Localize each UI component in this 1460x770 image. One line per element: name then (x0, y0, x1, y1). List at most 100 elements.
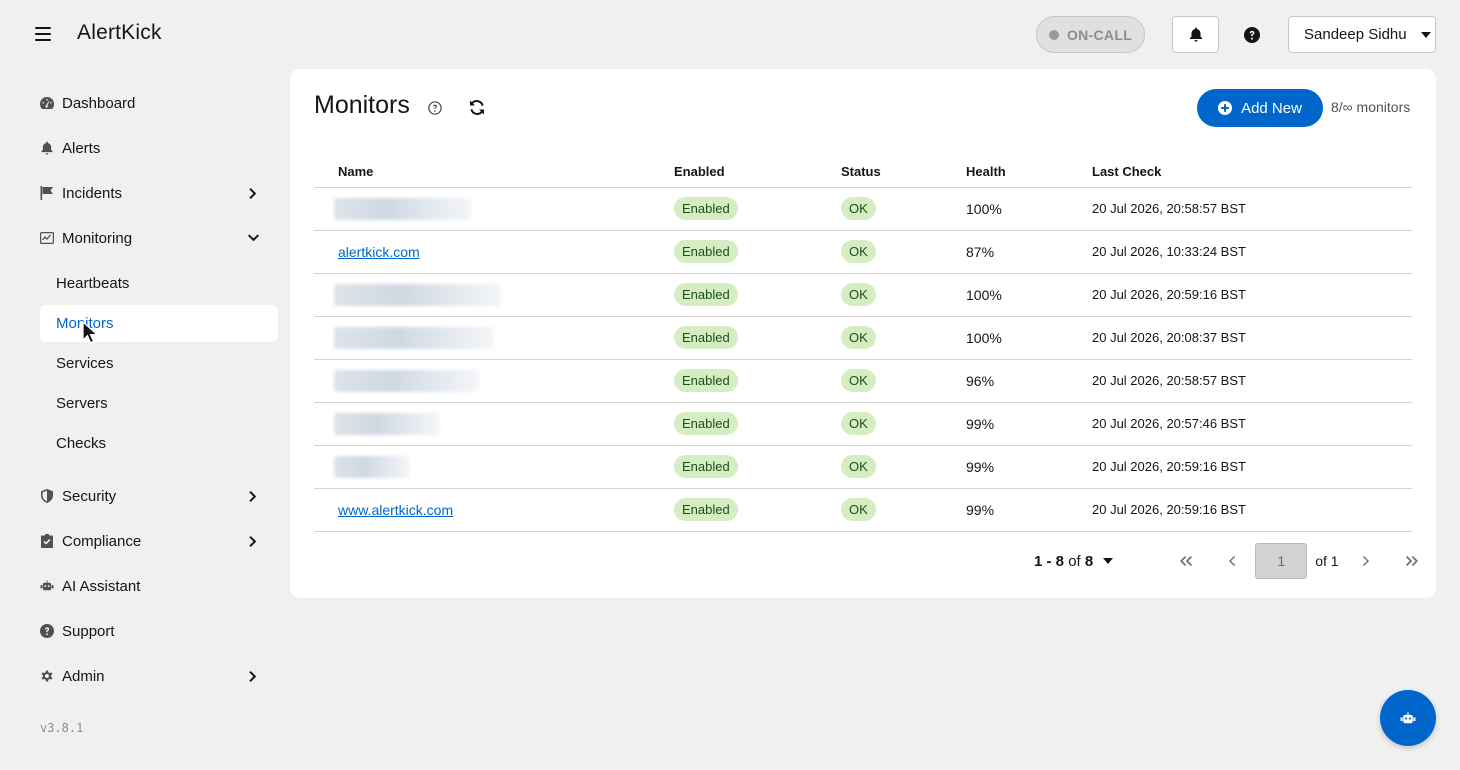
caret-down-icon (1103, 558, 1114, 564)
last-page-button[interactable] (1389, 543, 1435, 579)
last-check-cell: 20 Jul 2026, 20:59:16 BST (1068, 273, 1412, 317)
monitor-name-cell (314, 187, 650, 231)
last-check-cell: 20 Jul 2026, 20:58:57 BST (1068, 359, 1412, 403)
last-check-cell: 20 Jul 2026, 20:08:37 BST (1068, 316, 1412, 360)
health-cell: 100% (942, 187, 1068, 231)
flag-icon (40, 186, 54, 200)
sidebar-item-incidents[interactable]: Incidents (40, 175, 278, 211)
sidebar-item-label: Support (62, 622, 115, 640)
clipboard-check-icon (40, 534, 54, 548)
help-circle-icon[interactable] (428, 101, 442, 115)
sidebar-item-compliance[interactable]: Compliance (40, 523, 278, 559)
sidebar-item-admin[interactable]: Admin (40, 658, 278, 694)
user-menu[interactable]: Sandeep Sidhu (1288, 16, 1436, 53)
sidebar-sub-item-services[interactable]: Services (40, 345, 278, 382)
mouse-cursor-icon (82, 321, 98, 344)
enabled-cell: Enabled (650, 445, 817, 489)
monitor-name-cell: alertkick.com (314, 230, 650, 274)
sidebar-sub-item-servers[interactable]: Servers (40, 385, 278, 422)
enabled-cell: Enabled (650, 402, 817, 446)
caret-down-icon (1420, 31, 1431, 38)
enabled-cell: Enabled (650, 488, 817, 532)
add-new-button[interactable]: Add New (1197, 89, 1323, 127)
last-check-cell: 20 Jul 2026, 20:57:46 BST (1068, 402, 1412, 446)
monitor-link[interactable]: alertkick.com (338, 244, 420, 260)
chevron-left-icon (1229, 556, 1236, 566)
on-call-toggle[interactable]: ON-CALL (1036, 16, 1145, 53)
monitor-link[interactable]: www.alertkick.com (338, 502, 453, 518)
sidebar-item-label: Monitoring (62, 229, 133, 247)
redacted-name[interactable] (334, 283, 501, 306)
status-cell: OK (817, 230, 942, 274)
enabled-badge: Enabled (674, 455, 738, 478)
monitor-name-cell (314, 445, 650, 489)
column-header-health[interactable]: Health (942, 156, 1068, 188)
pagination: 1 - 8 of 8 1 of 1 (1034, 543, 1435, 579)
table-header-row: Name Enabled Status Health Last Check (314, 156, 1412, 188)
table-row[interactable]: Enabled OK 99% 20 Jul 2026, 20:59:16 BST (314, 445, 1412, 489)
table-row[interactable]: Enabled OK 96% 20 Jul 2026, 20:58:57 BST (314, 359, 1412, 403)
previous-page-button[interactable] (1209, 543, 1255, 579)
refresh-icon[interactable] (469, 99, 485, 116)
next-page-button[interactable] (1343, 543, 1389, 579)
bell-icon (1189, 27, 1202, 42)
sidebar-item-alerts[interactable]: Alerts (40, 130, 278, 166)
add-new-label: Add New (1241, 99, 1302, 117)
enabled-badge: Enabled (674, 412, 738, 435)
column-header-enabled[interactable]: Enabled (650, 156, 817, 188)
menu-icon[interactable] (33, 24, 53, 44)
status-badge: OK (841, 240, 876, 263)
enabled-cell: Enabled (650, 316, 817, 360)
status-badge: OK (841, 498, 876, 521)
sidebar-item-ai-assistant[interactable]: AI Assistant (40, 568, 278, 604)
redacted-name[interactable] (334, 412, 440, 435)
column-header-last-check[interactable]: Last Check (1068, 156, 1412, 188)
question-icon (40, 624, 54, 638)
chevron-right-icon (1362, 556, 1369, 566)
column-header-status[interactable]: Status (817, 156, 942, 188)
redacted-name[interactable] (334, 197, 471, 220)
sidebar-item-support[interactable]: Support (40, 613, 278, 649)
column-header-name[interactable]: Name (314, 156, 650, 188)
monitor-name-cell (314, 402, 650, 446)
sidebar: Dashboard Alerts Incidents Monitoring He… (0, 69, 290, 770)
chat-assistant-button[interactable] (1380, 690, 1436, 746)
pagination-of: of (1068, 552, 1081, 570)
table-row[interactable]: Enabled OK 100% 20 Jul 2026, 20:58:57 BS… (314, 187, 1412, 231)
page-number-input[interactable]: 1 (1255, 543, 1308, 579)
sidebar-item-security[interactable]: Security (40, 478, 278, 514)
health-cell: 87% (942, 230, 1068, 274)
sidebar-item-label: Security (62, 487, 117, 505)
first-page-button[interactable] (1163, 543, 1209, 579)
top-bar: AlertKick ON-CALL Sandeep Sidhu (0, 0, 1460, 69)
status-badge: OK (841, 283, 876, 306)
enabled-cell: Enabled (650, 187, 817, 231)
status-cell: OK (817, 316, 942, 360)
redacted-name[interactable] (334, 326, 494, 349)
notifications-button[interactable] (1172, 16, 1219, 53)
table-row[interactable]: Enabled OK 100% 20 Jul 2026, 20:08:37 BS… (314, 316, 1412, 360)
table-row[interactable]: Enabled OK 99% 20 Jul 2026, 20:57:46 BST (314, 402, 1412, 446)
enabled-badge: Enabled (674, 326, 738, 349)
health-cell: 96% (942, 359, 1068, 403)
table-row[interactable]: www.alertkick.com Enabled OK 99% 20 Jul … (314, 488, 1412, 532)
chevron-right-icon (246, 669, 260, 683)
sidebar-sub-item-heartbeats[interactable]: Heartbeats (40, 265, 278, 302)
user-name: Sandeep Sidhu (1304, 26, 1407, 43)
per-page-dropdown[interactable]: 1 - 8 of 8 (1034, 552, 1114, 570)
app-version: v3.8.1 (40, 721, 84, 735)
redacted-name[interactable] (334, 455, 410, 478)
status-cell: OK (817, 445, 942, 489)
help-button[interactable] (1240, 24, 1264, 46)
enabled-badge: Enabled (674, 240, 738, 263)
sidebar-item-label: Admin (62, 667, 105, 685)
sidebar-sub-item-monitors[interactable]: Monitors (40, 305, 278, 342)
sidebar-sub-item-checks[interactable]: Checks (40, 425, 278, 462)
redacted-name[interactable] (334, 369, 479, 392)
table-row[interactable]: Enabled OK 100% 20 Jul 2026, 20:59:16 BS… (314, 273, 1412, 317)
sidebar-item-monitoring[interactable]: Monitoring (40, 220, 278, 256)
status-badge: OK (841, 369, 876, 392)
table-row[interactable]: alertkick.com Enabled OK 87% 20 Jul 2026… (314, 230, 1412, 274)
health-cell: 99% (942, 445, 1068, 489)
sidebar-item-dashboard[interactable]: Dashboard (40, 85, 278, 121)
